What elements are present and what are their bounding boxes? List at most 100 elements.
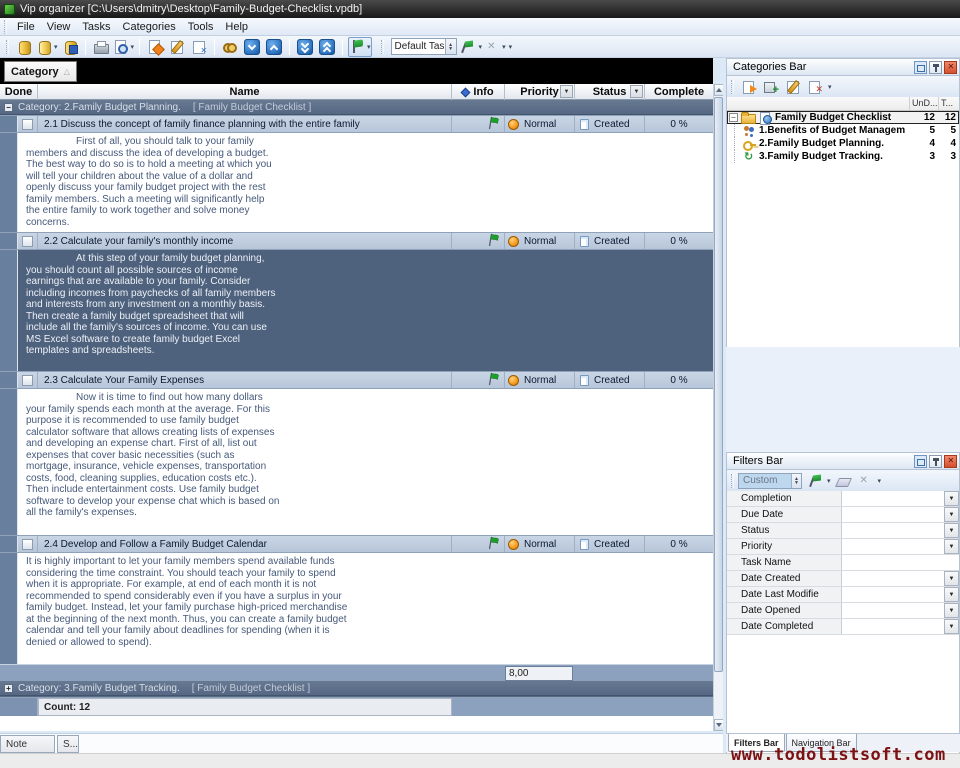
collapse-icon[interactable]: − [729, 113, 738, 122]
move-up-button[interactable] [264, 37, 284, 57]
menu-view[interactable]: View [41, 19, 77, 35]
task-done-checkbox[interactable] [22, 119, 33, 130]
filter-dropdown-icon[interactable]: ▼ [944, 491, 959, 506]
new-database-button[interactable] [14, 37, 34, 57]
task-row[interactable]: 2.3 Calculate Your Family ExpensesNormal… [0, 371, 713, 389]
combo-spinner-icon[interactable]: ▲▼ [791, 474, 801, 488]
vertical-scrollbar[interactable] [713, 84, 723, 731]
task-description-row[interactable]: Now it is time to find out how many doll… [0, 389, 713, 535]
delete-category-button[interactable] [805, 77, 825, 97]
move-down-button[interactable] [242, 37, 262, 57]
toolbar-overflow-icon[interactable]: ▾ [828, 83, 832, 91]
new-category-button[interactable] [761, 77, 781, 97]
toolbar-overflow-icon[interactable]: ▾ [878, 477, 882, 485]
filter-value-field[interactable] [842, 555, 959, 570]
new-task-button[interactable] [145, 37, 165, 57]
task-row[interactable]: 2.2 Calculate your family's monthly inco… [0, 232, 713, 250]
expand-icon[interactable]: + [4, 684, 13, 693]
edit-filter-button[interactable]: ▾ [809, 471, 831, 491]
filter-dropdown-icon[interactable]: ▼ [944, 523, 959, 538]
filter-value-field[interactable]: ▼ [842, 491, 959, 506]
menu-tools[interactable]: Tools [182, 19, 220, 35]
category-tree-item[interactable]: 1.Benefits of Budget Managem55 [727, 124, 959, 137]
column-header-undone[interactable]: UnD... [909, 97, 938, 110]
delete-task-button[interactable] [189, 37, 209, 57]
dropdown-arrow-icon[interactable]: ▾ [367, 43, 371, 51]
close-panel-icon[interactable] [944, 455, 957, 468]
delete-filter-button[interactable] [855, 471, 875, 491]
task-view-combo[interactable]: Default Task V ▲▼ [391, 38, 457, 55]
filter-preset-combo[interactable]: Custom ▲▼ [738, 473, 802, 489]
dropdown-arrow-icon[interactable]: ▾ [131, 43, 135, 51]
move-to-bottom-button[interactable] [295, 37, 315, 57]
move-to-top-button[interactable] [317, 37, 337, 57]
print-preview-button[interactable]: ▾ [113, 37, 135, 57]
menu-categories[interactable]: Categories [117, 19, 182, 35]
clear-filter-button[interactable] [833, 471, 853, 491]
pin-panel-icon[interactable] [929, 455, 942, 468]
filter-value-field[interactable]: ▼ [842, 571, 959, 586]
combo-spinner-icon[interactable]: ▲▼ [445, 39, 456, 54]
task-description-row[interactable]: First of all, you should talk to your fa… [0, 133, 713, 232]
filter-value-field[interactable]: ▼ [842, 603, 959, 618]
column-header-total[interactable]: T... [938, 97, 959, 110]
filter-value-field[interactable]: ▼ [842, 507, 959, 522]
new-checklist-button[interactable] [739, 77, 759, 97]
tab-s[interactable]: S... [57, 735, 79, 753]
task-description-row[interactable]: It is highly important to let your famil… [0, 553, 713, 664]
category-tree-item[interactable]: −Family Budget Checklist1212 [727, 111, 959, 124]
column-header-done[interactable]: Done [0, 84, 38, 100]
toolbar-overflow-icon[interactable]: ▾ [509, 43, 513, 51]
tab-note[interactable]: Note [0, 735, 55, 753]
filter-dropdown-icon[interactable]: ▼ [944, 619, 959, 634]
flag-view-button[interactable]: ▾ [348, 37, 372, 57]
title-bar[interactable]: Vip organizer [C:\Users\dmitry\Desktop\F… [0, 0, 960, 18]
column-header-status[interactable]: Status▼ [575, 84, 645, 100]
open-database-button[interactable]: ▾ [36, 37, 58, 57]
dropdown-arrow-icon[interactable]: ▾ [502, 43, 506, 51]
column-header-complete[interactable]: Complete [645, 84, 713, 100]
category-tree-item[interactable]: 2.Family Budget Planning.44 [727, 137, 959, 150]
edit-category-button[interactable] [783, 77, 803, 97]
save-database-button[interactable] [60, 37, 80, 57]
filter-value-field[interactable]: ▼ [842, 539, 959, 554]
pin-panel-icon[interactable] [929, 61, 942, 74]
status-filter-dropdown[interactable]: ▼ [630, 85, 643, 98]
dropdown-arrow-icon[interactable]: ▾ [479, 43, 483, 51]
category-row[interactable]: −Category: 2.Family Budget Planning.[ Fa… [0, 100, 713, 115]
dropdown-arrow-icon[interactable]: ▾ [827, 477, 831, 485]
filter-value-field[interactable]: ▼ [842, 587, 959, 602]
filter-dropdown-icon[interactable]: ▼ [944, 507, 959, 522]
column-header-priority[interactable]: Priority▼ [505, 84, 575, 100]
task-description-row[interactable]: At this step of your family budget plann… [0, 250, 713, 371]
filter-dropdown-icon[interactable]: ▼ [944, 587, 959, 602]
category-row[interactable]: +Category: 3.Family Budget Tracking.[ Fa… [0, 681, 713, 696]
collapse-icon[interactable]: − [4, 103, 13, 112]
category-tree-item[interactable]: 3.Family Budget Tracking.33 [727, 150, 959, 163]
menu-help[interactable]: Help [219, 19, 254, 35]
column-header-name[interactable]: Name [38, 84, 452, 100]
task-row[interactable]: 2.1 Discuss the concept of family financ… [0, 115, 713, 133]
filter-value-field[interactable]: ▼ [842, 523, 959, 538]
task-done-checkbox[interactable] [22, 539, 33, 550]
filters-bar-header[interactable]: Filters Bar [726, 452, 960, 470]
filter-value-field[interactable]: ▼ [842, 619, 959, 634]
categories-bar-header[interactable]: Categories Bar [726, 58, 960, 76]
group-by-category-tab[interactable]: Category △ [4, 61, 77, 82]
task-row[interactable]: 2.4 Develop and Follow a Family Budget C… [0, 535, 713, 553]
scrollbar-thumb[interactable] [714, 97, 723, 672]
dropdown-arrow-icon[interactable]: ▾ [54, 43, 58, 51]
task-done-checkbox[interactable] [22, 375, 33, 386]
view-tasks-button[interactable] [220, 37, 240, 57]
filter-dropdown-icon[interactable]: ▼ [944, 539, 959, 554]
task-done-checkbox[interactable] [22, 236, 33, 247]
print-button[interactable] [91, 37, 111, 57]
filter-dropdown-icon[interactable]: ▼ [944, 603, 959, 618]
float-panel-icon[interactable] [914, 61, 927, 74]
edit-task-button[interactable] [167, 37, 187, 57]
priority-filter-dropdown[interactable]: ▼ [560, 85, 573, 98]
close-panel-icon[interactable] [944, 61, 957, 74]
column-header-info[interactable]: Info [452, 84, 505, 100]
apply-view-button[interactable]: ▾ [461, 37, 483, 57]
menu-tasks[interactable]: Tasks [76, 19, 116, 35]
